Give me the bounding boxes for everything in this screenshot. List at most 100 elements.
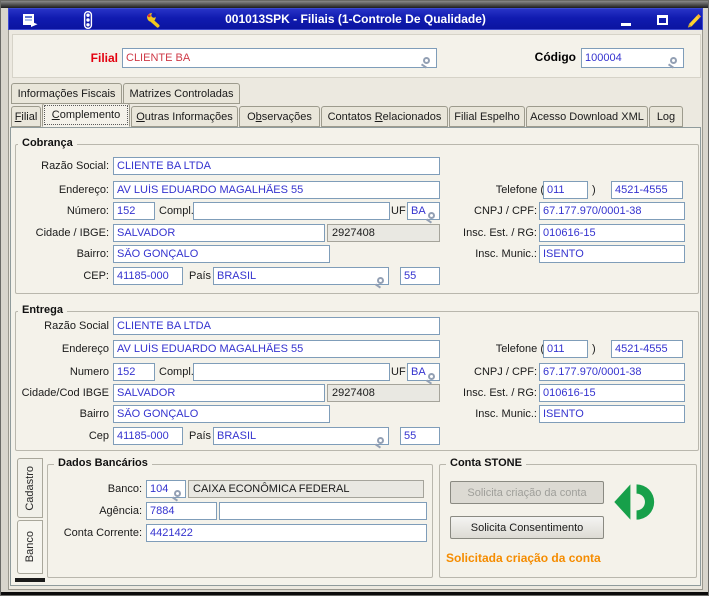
form-icon[interactable] xyxy=(21,11,39,29)
window-client-area: Filial Código Informações Fiscais Matriz… xyxy=(8,30,703,590)
wrench-icon[interactable] xyxy=(145,11,163,29)
entrega-im-label: Insc. Munic.: xyxy=(475,408,537,420)
minimize-button[interactable] xyxy=(617,11,635,29)
cobranca-bairro-input[interactable] xyxy=(113,245,330,263)
conta-stone-title: Conta STONE xyxy=(446,457,526,469)
entrega-compl-input[interactable] xyxy=(193,363,390,381)
cobranca-pais-label: País xyxy=(189,270,212,282)
cobranca-fone-input[interactable] xyxy=(611,181,683,199)
entrega-pais-label: País xyxy=(189,430,212,442)
side-tab-indicator xyxy=(15,578,45,582)
tab-contatos-relacionados[interactable]: Contatos Relacionados xyxy=(321,106,448,127)
entrega-cnpj-label: CNPJ / CPF: xyxy=(474,366,537,378)
window-bottom-edge xyxy=(1,592,708,595)
cobranca-cep-input[interactable] xyxy=(113,267,183,285)
entrega-title: Entrega xyxy=(18,304,67,316)
stone-status-text: Solicitada criação da conta xyxy=(446,551,601,565)
solicita-consentimento-button[interactable]: Solicita Consentimento xyxy=(450,516,604,539)
cobranca-im-label: Insc. Munic.: xyxy=(475,248,537,260)
cobranca-pais-cod-input[interactable] xyxy=(400,267,440,285)
entrega-ddd-input[interactable] xyxy=(543,340,588,358)
cobranca-cnpj-label: CNPJ / CPF: xyxy=(474,205,537,217)
cobranca-ddd-input[interactable] xyxy=(543,181,588,199)
entrega-telefone-close-paren: ) xyxy=(592,343,596,355)
tab-complemento[interactable]: Complemento xyxy=(42,103,130,127)
entrega-uf-magnifier-icon[interactable] xyxy=(428,373,435,380)
tab-log[interactable]: Log xyxy=(649,106,683,127)
cobranca-pais-magnifier-icon[interactable] xyxy=(377,277,384,284)
conta-corrente-input[interactable] xyxy=(146,524,427,542)
cobranca-uf-magnifier-icon[interactable] xyxy=(428,212,435,219)
entrega-numero-label: Numero xyxy=(69,366,109,378)
banco-lookup-magnifier-icon[interactable] xyxy=(174,490,181,497)
entrega-razao-label: Razão Social xyxy=(44,320,109,332)
tab-acesso-download-xml[interactable]: Acesso Download XML xyxy=(526,106,648,127)
edit-pencil-icon[interactable] xyxy=(685,11,703,29)
agencia-input[interactable] xyxy=(146,502,217,520)
maximize-button[interactable] xyxy=(653,11,671,29)
conta-corrente-label: Conta Corrente: xyxy=(63,527,142,539)
cobranca-im-input[interactable] xyxy=(539,245,685,263)
entrega-cidade-input[interactable] xyxy=(113,384,325,402)
side-tab-banco[interactable]: Banco xyxy=(17,520,43,574)
cobranca-compl-input[interactable] xyxy=(193,202,390,220)
titlebar: 001013SPK - Filiais (1-Controle De Quali… xyxy=(8,8,703,30)
tab-matrizes-controladas[interactable]: Matrizes Controladas xyxy=(123,83,240,104)
cobranca-cep-label: CEP: xyxy=(83,270,109,282)
entrega-bairro-input[interactable] xyxy=(113,405,330,423)
solicita-criacao-button[interactable]: Solicita criação da conta xyxy=(450,481,604,504)
filial-input[interactable] xyxy=(122,48,437,68)
traffic-light-icon[interactable] xyxy=(79,11,97,29)
stone-logo-icon xyxy=(612,479,658,530)
cobranca-ie-input[interactable] xyxy=(539,224,685,242)
cobranca-pais-input[interactable] xyxy=(213,267,389,285)
cobranca-cidade-label: Cidade / IBGE: xyxy=(35,227,109,239)
filial-label: Filial xyxy=(90,51,118,65)
dados-bancarios-group: Dados Bancários Banco: CAIXA ECONÔMICA F… xyxy=(47,457,433,578)
tab-outras-informacoes[interactable]: Outras Informações xyxy=(131,106,238,127)
entrega-pais-cod-input[interactable] xyxy=(400,427,440,445)
cobranca-cnpj-input[interactable] xyxy=(539,202,685,220)
entrega-fone-input[interactable] xyxy=(611,340,683,358)
entrega-endereco-input[interactable] xyxy=(113,340,440,358)
entrega-ie-input[interactable] xyxy=(539,384,685,402)
banco-name-readonly: CAIXA ECONÔMICA FEDERAL xyxy=(188,480,424,498)
cobranca-telefone-close-paren: ) xyxy=(592,184,596,196)
entrega-cnpj-input[interactable] xyxy=(539,363,685,381)
cobranca-title: Cobrança xyxy=(18,137,77,149)
entrega-im-input[interactable] xyxy=(539,405,685,423)
entrega-bairro-label: Bairro xyxy=(79,408,109,420)
tab-filial-espelho[interactable]: Filial Espelho xyxy=(449,106,525,127)
cobranca-compl-label: Compl. xyxy=(159,205,194,217)
cobranca-telefone-label: Telefone ( xyxy=(495,184,544,196)
cobranca-endereco-input[interactable] xyxy=(113,181,440,199)
agencia-extra-input[interactable] xyxy=(219,502,427,520)
entrega-cidade-label: Cidade/Cod IBGE xyxy=(21,387,109,399)
cobranca-numero-input[interactable] xyxy=(113,202,155,220)
codigo-label: Código xyxy=(534,50,576,64)
entrega-cep-input[interactable] xyxy=(113,427,183,445)
cobranca-numero-label: Número: xyxy=(66,205,109,217)
entrega-ie-label: Insc. Est. / RG: xyxy=(463,387,537,399)
entrega-numero-input[interactable] xyxy=(113,363,155,381)
tab-content-panel: Cobrança Razão Social: Endereço: Número:… xyxy=(10,127,701,586)
cobranca-razao-label: Razão Social: xyxy=(41,160,109,172)
cobranca-ie-label: Insc. Est. / RG: xyxy=(463,227,537,239)
filial-lookup-magnifier-icon[interactable] xyxy=(423,57,430,64)
cobranca-razao-input[interactable] xyxy=(113,157,440,175)
conta-stone-group: Conta STONE Solicita criação da conta So… xyxy=(439,457,697,578)
cobranca-cidade-input[interactable] xyxy=(113,224,325,242)
codigo-lookup-magnifier-icon[interactable] xyxy=(670,57,677,64)
cobranca-bairro-label: Bairro: xyxy=(76,248,109,260)
dados-bancarios-title: Dados Bancários xyxy=(54,457,152,469)
tab-informacoes-fiscais[interactable]: Informações Fiscais xyxy=(11,83,122,104)
entrega-pais-magnifier-icon[interactable] xyxy=(377,437,384,444)
side-tab-cadastro[interactable]: Cadastro xyxy=(17,458,43,518)
tab-observacoes[interactable]: Observações xyxy=(239,106,320,127)
entrega-pais-input[interactable] xyxy=(213,427,389,445)
window-top-edge xyxy=(1,1,708,8)
entrega-razao-input[interactable] xyxy=(113,317,440,335)
tab-filial[interactable]: Filial xyxy=(11,106,41,127)
entrega-endereco-label: Endereço xyxy=(61,343,109,355)
header-panel: Filial Código xyxy=(12,34,701,78)
